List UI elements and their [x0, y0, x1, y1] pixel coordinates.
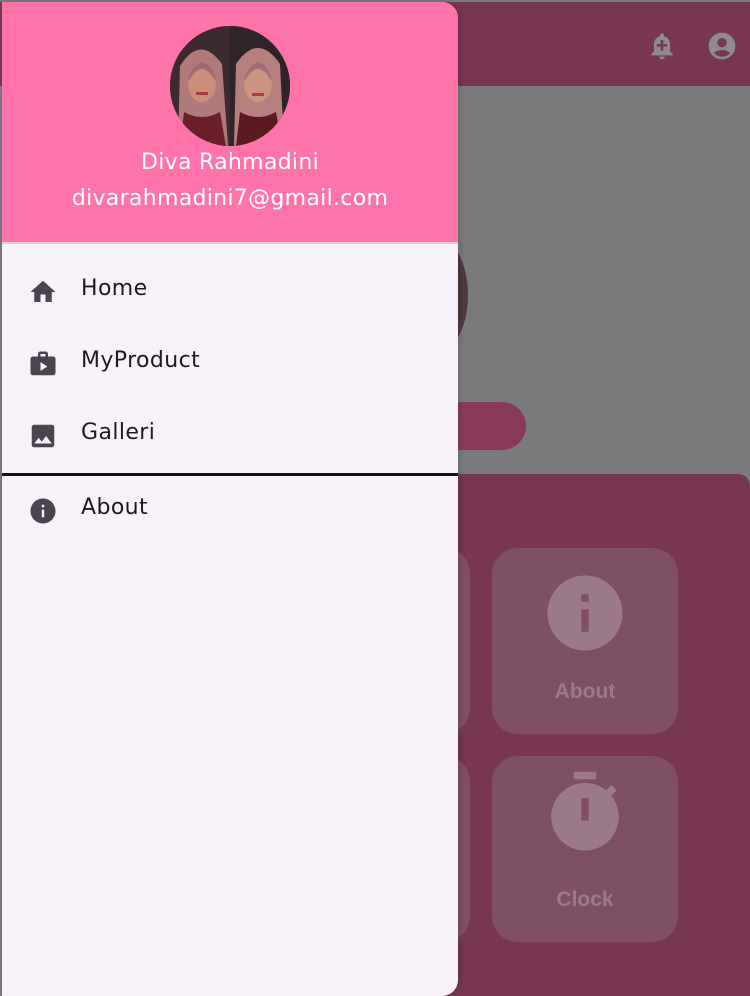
drawer-item-label: Galleri [81, 420, 156, 445]
drawer-divider [2, 473, 458, 476]
add-alert-icon[interactable] [646, 30, 678, 62]
info-icon [547, 575, 623, 651]
stopwatch-icon [551, 771, 619, 851]
clock-tile[interactable]: Clock [492, 756, 678, 942]
home-icon [30, 280, 56, 302]
drawer-item-about[interactable]: About [2, 478, 458, 542]
about-tile-label: About [554, 680, 616, 703]
image-icon [31, 424, 55, 448]
drawer-item-myproduct[interactable]: MyProduct [2, 331, 458, 395]
background-menu-panel: About Clock [430, 474, 750, 996]
account-icon[interactable] [706, 30, 738, 62]
drawer-item-galleri[interactable]: Galleri [2, 403, 458, 467]
avatar[interactable] [170, 26, 290, 146]
drawer-item-label: About [81, 495, 149, 520]
info-icon [30, 498, 56, 524]
drawer-item-label: Home [81, 276, 148, 301]
drawer-header: Diva Rahmadini divarahmadini7@gmail.com [2, 2, 458, 244]
product-icon [30, 351, 56, 376]
clock-tile-label: Clock [556, 888, 614, 911]
about-tile[interactable]: About [492, 548, 678, 734]
user-name: Diva Rahmadini [140, 150, 320, 175]
user-email: divarahmadini7@gmail.com [71, 186, 389, 211]
navigation-drawer: Diva Rahmadini divarahmadini7@gmail.com … [2, 2, 458, 996]
drawer-item-label: MyProduct [81, 348, 201, 373]
profile-photo [170, 26, 290, 146]
drawer-item-home[interactable]: Home [2, 259, 458, 323]
